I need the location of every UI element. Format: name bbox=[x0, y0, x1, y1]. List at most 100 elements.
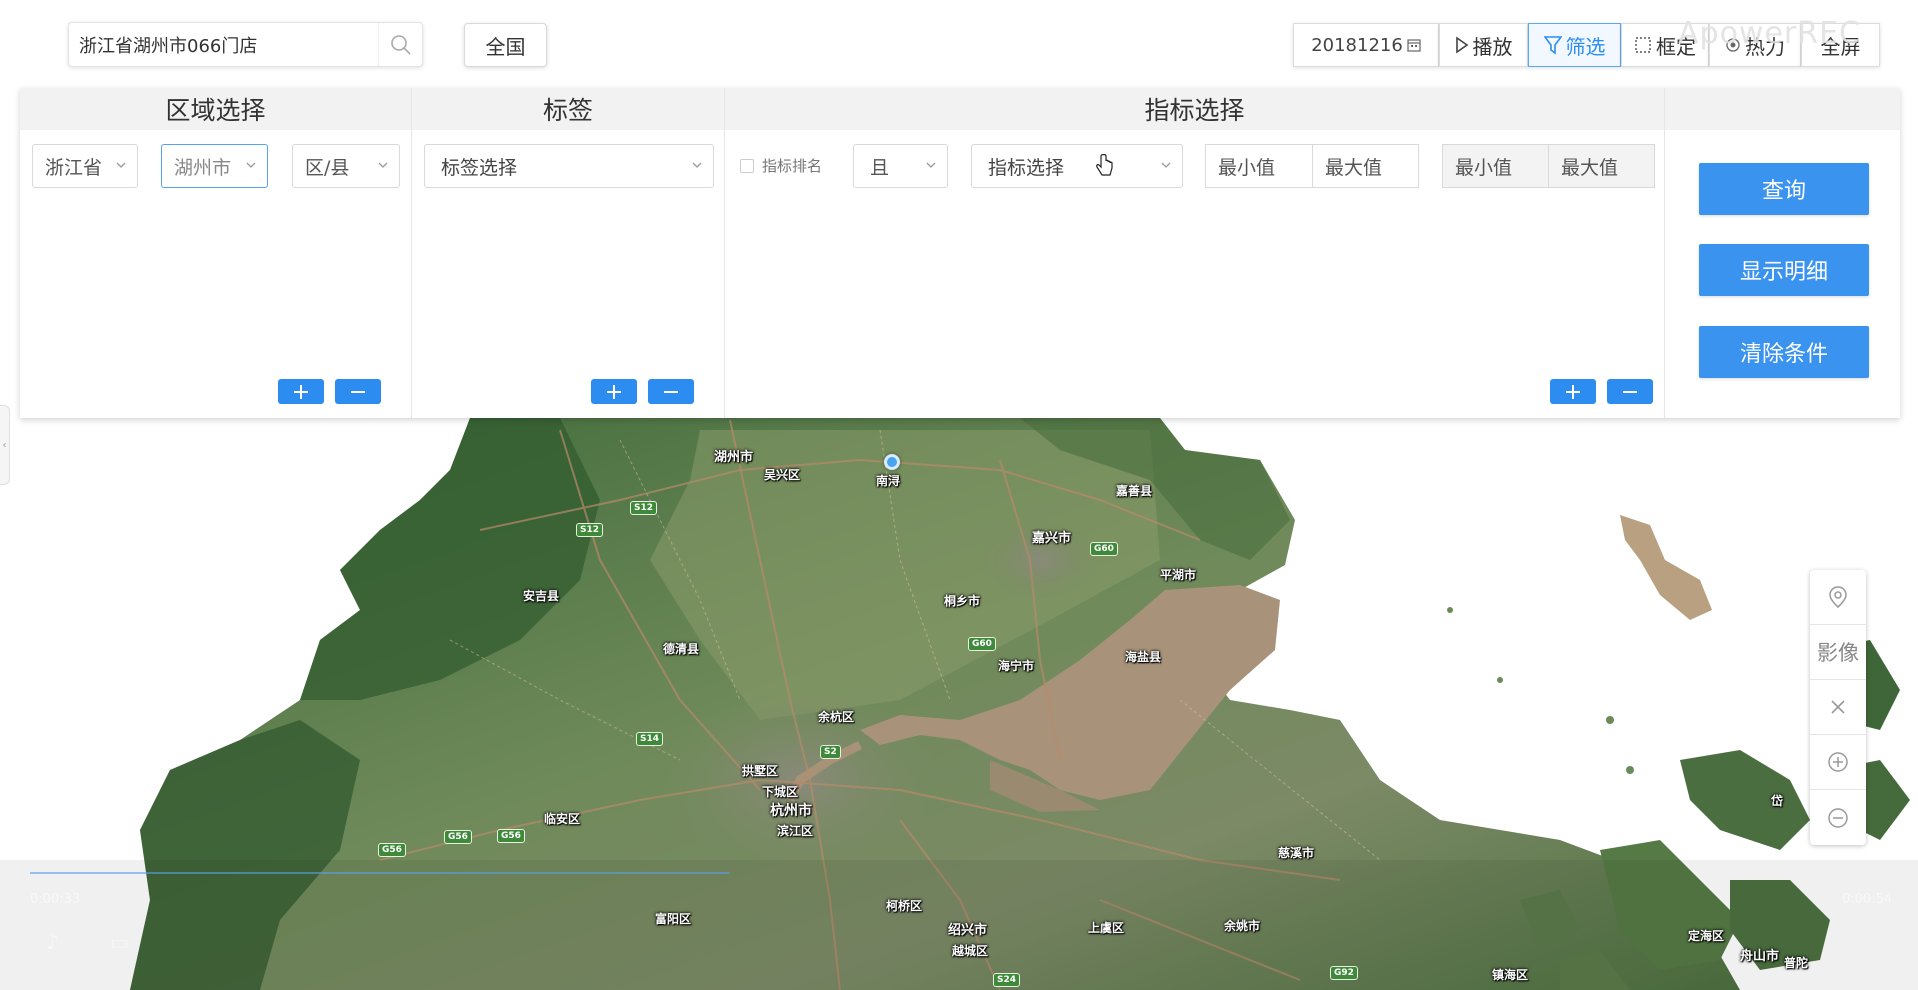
clear-map-button[interactable] bbox=[1810, 680, 1866, 735]
zoom-out-button[interactable] bbox=[1810, 790, 1866, 845]
tag-select-value: 标签选择 bbox=[441, 156, 518, 179]
plus-icon bbox=[607, 384, 621, 399]
tag-title: 标签 bbox=[412, 88, 724, 130]
map-label-dinghai: 定海区 bbox=[1688, 929, 1725, 943]
add-metric-button[interactable] bbox=[1550, 379, 1596, 404]
date-picker[interactable]: 20181216 bbox=[1293, 23, 1439, 67]
play-button[interactable]: 播放 bbox=[1439, 23, 1528, 67]
query-button[interactable]: 查询 bbox=[1699, 163, 1869, 215]
map-label-zhoushan: 舟山市 bbox=[1740, 949, 1780, 964]
map-label-binjiang: 滨江区 bbox=[777, 824, 814, 838]
map-label-deqing: 德清县 bbox=[663, 642, 700, 656]
map-label-gongshu: 拱墅区 bbox=[742, 764, 779, 778]
map-label-pinghu: 平湖市 bbox=[1160, 568, 1197, 582]
add-region-button[interactable] bbox=[278, 379, 324, 404]
district-value: 区/县 bbox=[305, 156, 350, 179]
map-label-yuyao: 余姚市 bbox=[1224, 919, 1261, 933]
close-icon bbox=[1831, 700, 1845, 714]
map-label-huzhou: 湖州市 bbox=[714, 450, 754, 465]
province-value: 浙江省 bbox=[45, 156, 103, 179]
map-label-linan: 临安区 bbox=[544, 812, 581, 826]
map-label-anji: 安吉县 bbox=[523, 589, 560, 603]
video-current-time: 0:00:33 bbox=[30, 892, 81, 907]
filter-icon bbox=[1543, 36, 1562, 55]
search-input[interactable] bbox=[69, 23, 378, 66]
metric-column: 指标选择 指标排名 且 指标选择 最小值 最大值 最小值 最大值 bbox=[725, 88, 1665, 418]
highway-badge: S24 bbox=[993, 973, 1021, 987]
map-label-xiacheng: 下城区 bbox=[762, 785, 799, 799]
map-controls: 影像 bbox=[1810, 570, 1866, 845]
date-value: 20181216 bbox=[1311, 34, 1403, 56]
play-label: 播放 bbox=[1472, 34, 1513, 59]
checkbox-box[interactable] bbox=[740, 158, 754, 173]
zoom-out-icon bbox=[1828, 807, 1848, 828]
plus-icon bbox=[294, 384, 308, 399]
recorder-watermark: ApowerREC bbox=[1678, 16, 1861, 51]
tag-column: 标签 标签选择 bbox=[412, 88, 725, 418]
highway-badge: G56 bbox=[497, 829, 525, 843]
action-header bbox=[1665, 88, 1900, 130]
map-label-dai: 岱 bbox=[1771, 794, 1784, 808]
hand-cursor-icon bbox=[1096, 154, 1113, 176]
min-value-input-1[interactable]: 最小值 bbox=[1205, 144, 1313, 188]
nationwide-button[interactable]: 全国 bbox=[464, 23, 547, 67]
search-icon bbox=[390, 34, 411, 55]
highway-badge: G56 bbox=[378, 843, 406, 857]
district-select[interactable]: 区/县 bbox=[292, 144, 400, 188]
chevron-down-icon bbox=[246, 162, 256, 168]
map-label-keqiao: 柯桥区 bbox=[886, 899, 923, 913]
store-location-pin[interactable] bbox=[884, 454, 900, 470]
map-label-nanxun: 南浔 bbox=[876, 474, 901, 488]
chevron-down-icon bbox=[1161, 162, 1171, 168]
highway-badge: G56 bbox=[444, 830, 472, 844]
remove-tag-button[interactable] bbox=[648, 379, 694, 404]
map-label-hangzhou: 杭州市 bbox=[770, 803, 812, 819]
map-label-tongxiang: 桐乡市 bbox=[944, 594, 981, 608]
map-label-shaoxing: 绍兴市 bbox=[948, 923, 988, 938]
chevron-down-icon bbox=[926, 162, 936, 168]
video-progress-bar[interactable] bbox=[30, 872, 730, 874]
add-tag-button[interactable] bbox=[591, 379, 637, 404]
region-column: 区域选择 浙江省 湖州市 区/县 bbox=[20, 88, 412, 418]
filter-button[interactable]: 筛选 bbox=[1528, 23, 1621, 67]
highway-badge: S12 bbox=[576, 523, 604, 537]
min-value-placeholder: 最小值 bbox=[1218, 156, 1276, 179]
tag-select[interactable]: 标签选择 bbox=[424, 144, 714, 188]
zoom-in-icon bbox=[1828, 752, 1848, 772]
map-label-cixi: 慈溪市 bbox=[1278, 846, 1315, 860]
chevron-down-icon bbox=[692, 162, 702, 168]
highway-badge: S14 bbox=[636, 732, 664, 746]
highway-badge: G92 bbox=[1330, 966, 1358, 980]
search-button[interactable] bbox=[378, 23, 422, 66]
sidebar-collapse-handle[interactable]: ‹ bbox=[0, 405, 10, 485]
minus-icon bbox=[664, 390, 678, 393]
remove-region-button[interactable] bbox=[335, 379, 381, 404]
city-select[interactable]: 湖州市 bbox=[161, 144, 268, 188]
min-value-input-2[interactable]: 最小值 bbox=[1442, 144, 1549, 188]
province-select[interactable]: 浙江省 bbox=[32, 144, 138, 188]
zoom-in-button[interactable] bbox=[1810, 735, 1866, 790]
map-label-wuxing: 吴兴区 bbox=[764, 468, 801, 482]
remove-metric-button[interactable] bbox=[1607, 379, 1653, 404]
video-total-time: 0:00:54 bbox=[1842, 892, 1893, 907]
imagery-toggle-button[interactable]: 影像 bbox=[1810, 625, 1866, 680]
play-icon bbox=[1455, 36, 1468, 54]
map-label-yuecheng: 越城区 bbox=[952, 944, 989, 958]
map-label-haining: 海宁市 bbox=[998, 659, 1035, 673]
map-label-jiashan: 嘉善县 bbox=[1116, 484, 1153, 498]
logic-select[interactable]: 且 bbox=[853, 144, 948, 188]
clear-conditions-button[interactable]: 清除条件 bbox=[1699, 326, 1869, 378]
metric-rank-checkbox[interactable]: 指标排名 bbox=[740, 155, 822, 176]
calendar-icon bbox=[1407, 39, 1421, 52]
max-value-input-1[interactable]: 最大值 bbox=[1312, 144, 1419, 188]
map-label-zhenhai: 镇海区 bbox=[1492, 968, 1529, 982]
plus-icon bbox=[1566, 384, 1580, 399]
map-label-yuhang: 余杭区 bbox=[818, 710, 855, 724]
subtitle-icon[interactable]: ▭ bbox=[110, 930, 129, 954]
show-detail-button[interactable]: 显示明细 bbox=[1699, 244, 1869, 296]
locate-button[interactable] bbox=[1810, 570, 1866, 625]
volume-icon[interactable]: ♪ bbox=[46, 930, 59, 954]
highway-badge: S2 bbox=[820, 745, 841, 759]
max-value-input-2[interactable]: 最大值 bbox=[1548, 144, 1655, 188]
metric-select[interactable]: 指标选择 bbox=[971, 144, 1183, 188]
